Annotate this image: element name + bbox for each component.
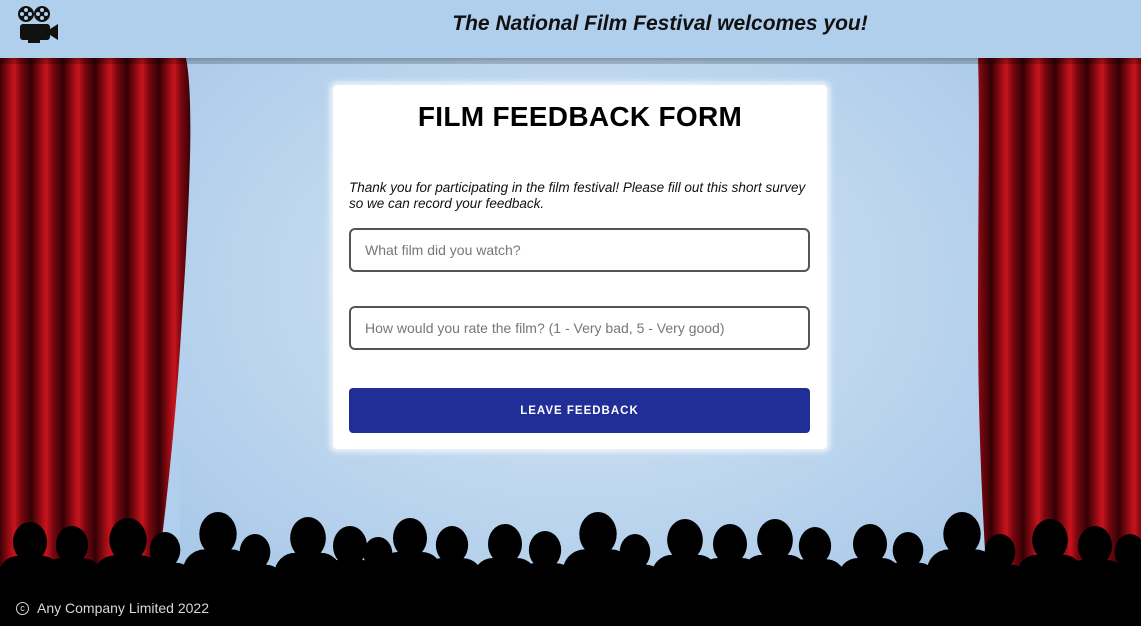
form-intro-text: Thank you for participating in the film …: [349, 180, 806, 211]
film-rating-input[interactable]: [349, 306, 810, 350]
film-watched-input[interactable]: [349, 228, 810, 272]
leave-feedback-button[interactable]: LEAVE FEEDBACK: [349, 388, 810, 433]
form-title: FILM FEEDBACK FORM: [417, 101, 743, 132]
footer: c Any Company Limited 2022: [16, 600, 209, 616]
footer-copyright-text: Any Company Limited 2022: [37, 600, 209, 616]
movie-camera-icon: [18, 6, 58, 43]
page-title: The National Film Festival welcomes you!: [452, 12, 868, 35]
header: The National Film Festival welcomes you!: [0, 0, 1141, 58]
feedback-form-card: FILM FEEDBACK FORM Thank you for partici…: [333, 85, 827, 449]
copyright-icon: c: [16, 601, 29, 615]
